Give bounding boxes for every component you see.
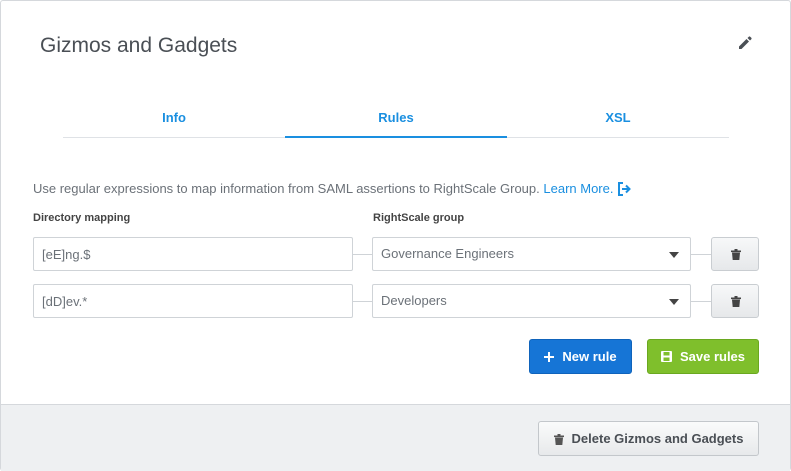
directory-mapping-input[interactable] (33, 284, 353, 318)
selected-group: Governance Engineers (381, 246, 514, 261)
save-rules-button[interactable]: Save rules (647, 339, 759, 374)
delete-provider-button[interactable]: Delete Gizmos and Gadgets (538, 421, 759, 456)
identity-provider-card: Gizmos and Gadgets Info Rules XSL Use re… (0, 0, 791, 471)
learn-more-link[interactable]: Learn More. (543, 181, 632, 196)
pencil-icon (739, 36, 752, 49)
card-footer: Delete Gizmos and Gadgets (1, 404, 790, 471)
selected-group: Developers (381, 293, 447, 308)
trash-icon (731, 249, 741, 260)
row-connector (691, 254, 711, 255)
rightscale-group-select[interactable]: Governance Engineers (372, 237, 691, 271)
new-rule-label: New rule (562, 349, 617, 364)
tab-info[interactable]: Info (63, 101, 285, 137)
chevron-down-icon (669, 299, 679, 305)
floppy-disk-icon (660, 340, 672, 373)
delete-rule-button[interactable] (711, 284, 759, 318)
rightscale-group-select[interactable]: Developers (372, 284, 691, 318)
save-rules-label: Save rules (679, 349, 746, 364)
delete-provider-label: Delete Gizmos and Gadgets (571, 431, 744, 446)
delete-rule-button[interactable] (711, 237, 759, 271)
rightscale-group-label: RightScale group (373, 212, 465, 224)
tab-rules[interactable]: Rules (285, 101, 507, 138)
new-rule-button[interactable]: New rule (529, 339, 632, 374)
trash-icon (553, 434, 564, 445)
chevron-down-icon (669, 252, 679, 258)
row-connector (353, 301, 372, 302)
row-connector (691, 301, 711, 302)
description-text: Use regular expressions to map informati… (33, 181, 540, 196)
directory-mapping-label: Directory mapping (33, 212, 131, 224)
external-link-icon (618, 182, 632, 196)
row-connector (353, 254, 372, 255)
edit-button[interactable] (737, 35, 757, 55)
rules-description: Use regular expressions to map informati… (33, 181, 632, 196)
directory-mapping-input[interactable] (33, 237, 353, 271)
tab-xsl[interactable]: XSL (507, 101, 729, 137)
plus-icon (544, 340, 555, 373)
trash-icon (731, 296, 741, 307)
page-title: Gizmos and Gadgets (40, 34, 238, 57)
tab-bar: Info Rules XSL (63, 101, 729, 138)
